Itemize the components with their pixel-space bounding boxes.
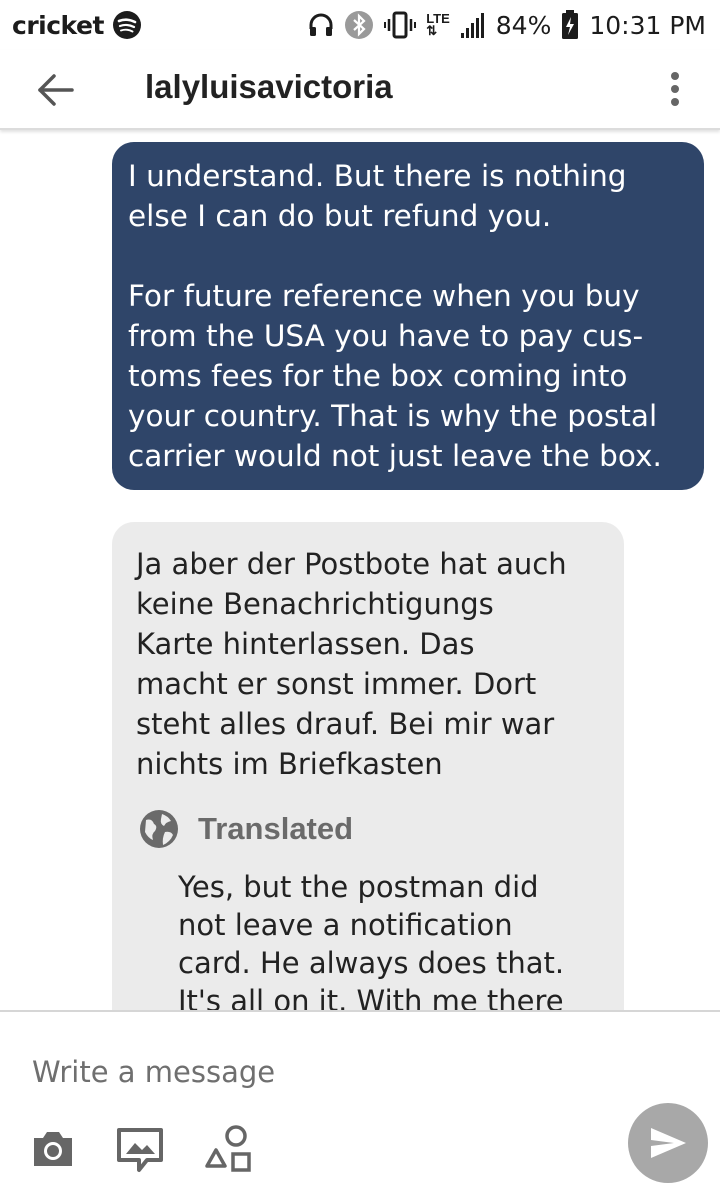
conversation-title: lalyluisavictoria (145, 68, 393, 105)
translated-label: Translated (198, 811, 354, 846)
carrier-name: cricket (12, 10, 104, 40)
translated-text: Yes, but the postman did not leave a not… (178, 870, 565, 1010)
incoming-message: Ja aber der Postbote hat auch keine Bena… (112, 522, 624, 1010)
camera-icon[interactable] (28, 1124, 78, 1174)
headphones-icon (309, 13, 333, 36)
back-button[interactable] (34, 68, 78, 112)
status-icons: LTE ⇅ 84% 10:31 PM (308, 0, 706, 50)
signal-icon (460, 13, 484, 38)
outgoing-message: I understand. But there is nothing else … (112, 142, 704, 490)
status-bar: cricket LTE ⇅ 84% 10:31 PM (0, 0, 720, 50)
vibrate-icon (384, 11, 417, 39)
send-button[interactable] (628, 1103, 708, 1183)
message-text: I understand. But there is nothing else … (128, 159, 662, 473)
lte-label: LTE (426, 11, 450, 26)
more-options-button[interactable] (660, 70, 690, 110)
message-image-icon[interactable] (115, 1124, 165, 1174)
shapes-icon[interactable] (203, 1124, 253, 1174)
conversation-header: lalyluisavictoria (0, 50, 720, 130)
more-vertical-icon (671, 72, 679, 106)
bluetooth-icon (345, 11, 374, 39)
arrow-left-icon (38, 74, 74, 106)
clock: 10:31 PM (589, 10, 706, 40)
message-composer (0, 1010, 720, 1199)
spotify-icon (112, 11, 141, 39)
battery-charging-icon (562, 10, 579, 39)
lte-icon: LTE ⇅ (426, 11, 450, 38)
message-input[interactable] (32, 1050, 592, 1094)
translated-indicator[interactable]: Translated (138, 808, 600, 850)
battery-percent: 84% (495, 10, 552, 40)
message-text: Ja aber der Postbote hat auch keine Bena… (136, 547, 567, 781)
globe-icon (140, 810, 178, 848)
message-list[interactable]: I understand. But there is nothing else … (0, 130, 720, 1010)
send-icon (651, 1128, 686, 1158)
